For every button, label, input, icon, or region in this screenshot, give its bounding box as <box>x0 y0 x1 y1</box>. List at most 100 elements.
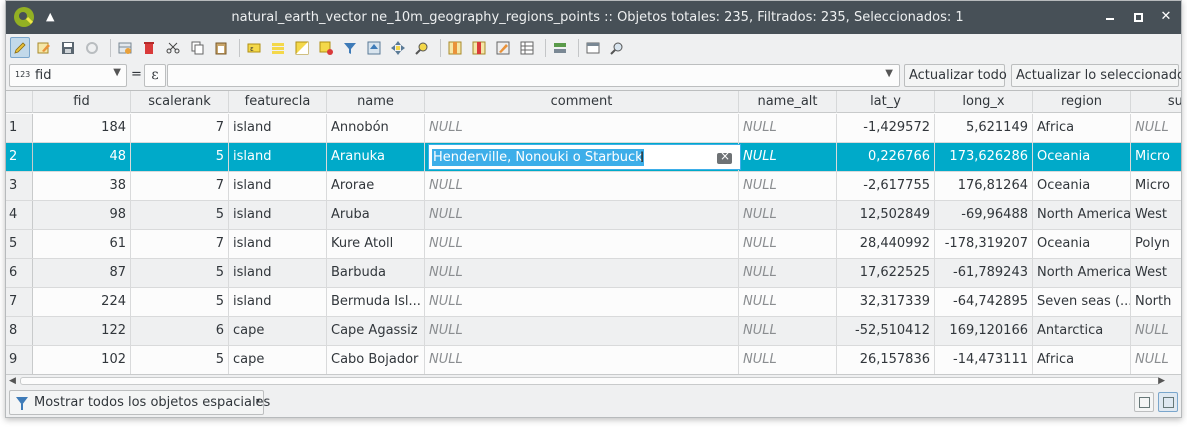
cell-region[interactable]: Oceania <box>1033 230 1131 258</box>
form-view-button[interactable] <box>1134 392 1154 412</box>
cell-scalerank[interactable]: 7 <box>131 230 229 258</box>
cell-name[interactable]: Cape Agassiz <box>327 317 425 345</box>
table-row[interactable]: 9 102 5 cape Cabo Bojador NULL NULL 26,157836 -1… <box>6 346 1181 375</box>
cell-long_x[interactable]: 176,81264 <box>935 172 1033 200</box>
cell-subregion[interactable]: North <box>1131 288 1181 316</box>
cell-comment[interactable]: NULL <box>425 172 739 200</box>
header-corner[interactable] <box>6 91 33 113</box>
delete-field-button[interactable] <box>469 37 489 58</box>
cell-scalerank[interactable]: 5 <box>131 288 229 316</box>
minimize-button[interactable] <box>1102 9 1118 25</box>
cell-long_x[interactable]: -14,473111 <box>935 346 1033 374</box>
scroll-left-icon[interactable]: ◀ <box>9 375 16 387</box>
cell-region[interactable]: Africa <box>1033 114 1131 142</box>
cell-lat_y[interactable]: 28,440992 <box>837 230 935 258</box>
column-header-scalerank[interactable]: scalerank <box>131 91 229 113</box>
select-all-button[interactable] <box>268 37 288 58</box>
cell-scalerank[interactable]: 7 <box>131 114 229 142</box>
cell-lat_y[interactable]: -52,510412 <box>837 317 935 345</box>
cell-scalerank[interactable]: 7 <box>131 172 229 200</box>
cell-featurecla[interactable]: island <box>229 288 327 316</box>
new-field-button[interactable] <box>445 37 465 58</box>
cell-subregion[interactable]: Polyn <box>1131 230 1181 258</box>
cell-name[interactable]: Kure Atoll <box>327 230 425 258</box>
cell-name[interactable]: Arorae <box>327 172 425 200</box>
cell-fid[interactable]: 98 <box>33 201 131 229</box>
cell-fid[interactable]: 87 <box>33 259 131 287</box>
cell-fid[interactable]: 38 <box>33 172 131 200</box>
add-feature-button[interactable] <box>115 37 135 58</box>
cell-lat_y[interactable]: 0,226766 <box>837 143 935 171</box>
cell-name[interactable]: Bermuda Isl... <box>327 288 425 316</box>
cell-comment[interactable]: NULL <box>425 346 739 374</box>
field-calculator-button[interactable] <box>493 37 513 58</box>
cell-featurecla[interactable]: island <box>229 143 327 171</box>
cell-region[interactable]: Seven seas (... <box>1033 288 1131 316</box>
cell-long_x[interactable]: 5,621149 <box>935 114 1033 142</box>
row-number[interactable]: 8 <box>6 317 33 345</box>
cell-name[interactable]: Annobón <box>327 114 425 142</box>
cell-featurecla[interactable]: cape <box>229 317 327 345</box>
cell-region[interactable]: Africa <box>1033 346 1131 374</box>
cell-scalerank[interactable]: 5 <box>131 259 229 287</box>
cell-region[interactable]: North America <box>1033 259 1131 287</box>
cell-name_alt[interactable]: NULL <box>739 317 837 345</box>
cell-comment[interactable]: NULL <box>425 317 739 345</box>
cell-featurecla[interactable]: cape <box>229 346 327 374</box>
cell-name_alt[interactable]: NULL <box>739 346 837 374</box>
cell-fid[interactable]: 122 <box>33 317 131 345</box>
row-number[interactable]: 5 <box>6 230 33 258</box>
invert-selection-button[interactable] <box>292 37 312 58</box>
cell-featurecla[interactable]: island <box>229 259 327 287</box>
row-number[interactable]: 7 <box>6 288 33 316</box>
cell-scalerank[interactable]: 5 <box>131 143 229 171</box>
cut-button[interactable] <box>163 37 183 58</box>
save-edits-button[interactable] <box>58 37 78 58</box>
update-all-button[interactable]: Actualizar todo <box>904 64 1007 87</box>
cell-comment[interactable]: NULL <box>425 230 739 258</box>
cell-subregion[interactable]: NULL <box>1131 346 1181 374</box>
table-row[interactable]: 1 184 7 island Annobón NULL NULL -1,429572 5,621… <box>6 114 1181 143</box>
cell-region[interactable]: Antarctica <box>1033 317 1131 345</box>
cell-lat_y[interactable]: 32,317339 <box>837 288 935 316</box>
table-row[interactable]: 8 122 6 cape Cape Agassiz NULL NULL -52,510412 1… <box>6 317 1181 346</box>
cell-lat_y[interactable]: -1,429572 <box>837 114 935 142</box>
cell-region[interactable]: Oceania <box>1033 143 1131 171</box>
table-row[interactable]: 7 224 5 island Bermuda Isl... NULL NULL 32,3173… <box>6 288 1181 317</box>
cell-name_alt[interactable]: NULL <box>739 288 837 316</box>
column-header-subregion[interactable]: sub <box>1131 91 1181 113</box>
scrollbar-thumb[interactable] <box>20 377 1160 385</box>
cell-fid[interactable]: 48 <box>33 143 131 171</box>
cell-name[interactable]: Aruba <box>327 201 425 229</box>
update-selected-button[interactable]: Actualizar lo seleccionado <box>1011 64 1181 87</box>
cell-name_alt[interactable]: NULL <box>739 114 837 142</box>
move-selection-to-top-button[interactable] <box>364 37 384 58</box>
cell-name_alt[interactable]: NULL <box>739 143 837 171</box>
table-row[interactable]: 4 98 5 island Aruba NULL NULL 12,502849 -69,9648… <box>6 201 1181 230</box>
field-selector[interactable]: 123 fid ▼ <box>9 64 127 87</box>
cell-subregion[interactable]: West <box>1131 201 1181 229</box>
cell-featurecla[interactable]: island <box>229 172 327 200</box>
column-header-fid[interactable]: fid <box>33 91 131 113</box>
row-number[interactable]: 9 <box>6 346 33 374</box>
column-header-name_alt[interactable]: name_alt <box>739 91 837 113</box>
cell-name_alt[interactable]: NULL <box>739 259 837 287</box>
cell-scalerank[interactable]: 5 <box>131 201 229 229</box>
cell-name[interactable]: Aranuka <box>327 143 425 171</box>
column-header-lat_y[interactable]: lat_y <box>837 91 935 113</box>
column-header-featurecla[interactable]: featurecla <box>229 91 327 113</box>
cell-region[interactable]: Oceania <box>1033 172 1131 200</box>
cell-featurecla[interactable]: island <box>229 201 327 229</box>
cell-long_x[interactable]: -61,789243 <box>935 259 1033 287</box>
cell-scalerank[interactable]: 6 <box>131 317 229 345</box>
cell-lat_y[interactable]: -2,617755 <box>837 172 935 200</box>
cell-fid[interactable]: 224 <box>33 288 131 316</box>
cell-lat_y[interactable]: 12,502849 <box>837 201 935 229</box>
cell-comment[interactable]: NULL <box>425 259 739 287</box>
cell-subregion[interactable]: NULL <box>1131 114 1181 142</box>
table-row[interactable]: 5 61 7 island Kure Atoll NULL NULL 28,440992 -17… <box>6 230 1181 259</box>
show-features-button[interactable]: Mostrar todos los objetos espaciales ▾ <box>9 390 270 415</box>
cell-subregion[interactable]: Micro <box>1131 172 1181 200</box>
cell-featurecla[interactable]: island <box>229 230 327 258</box>
cell-subregion[interactable]: NULL <box>1131 317 1181 345</box>
